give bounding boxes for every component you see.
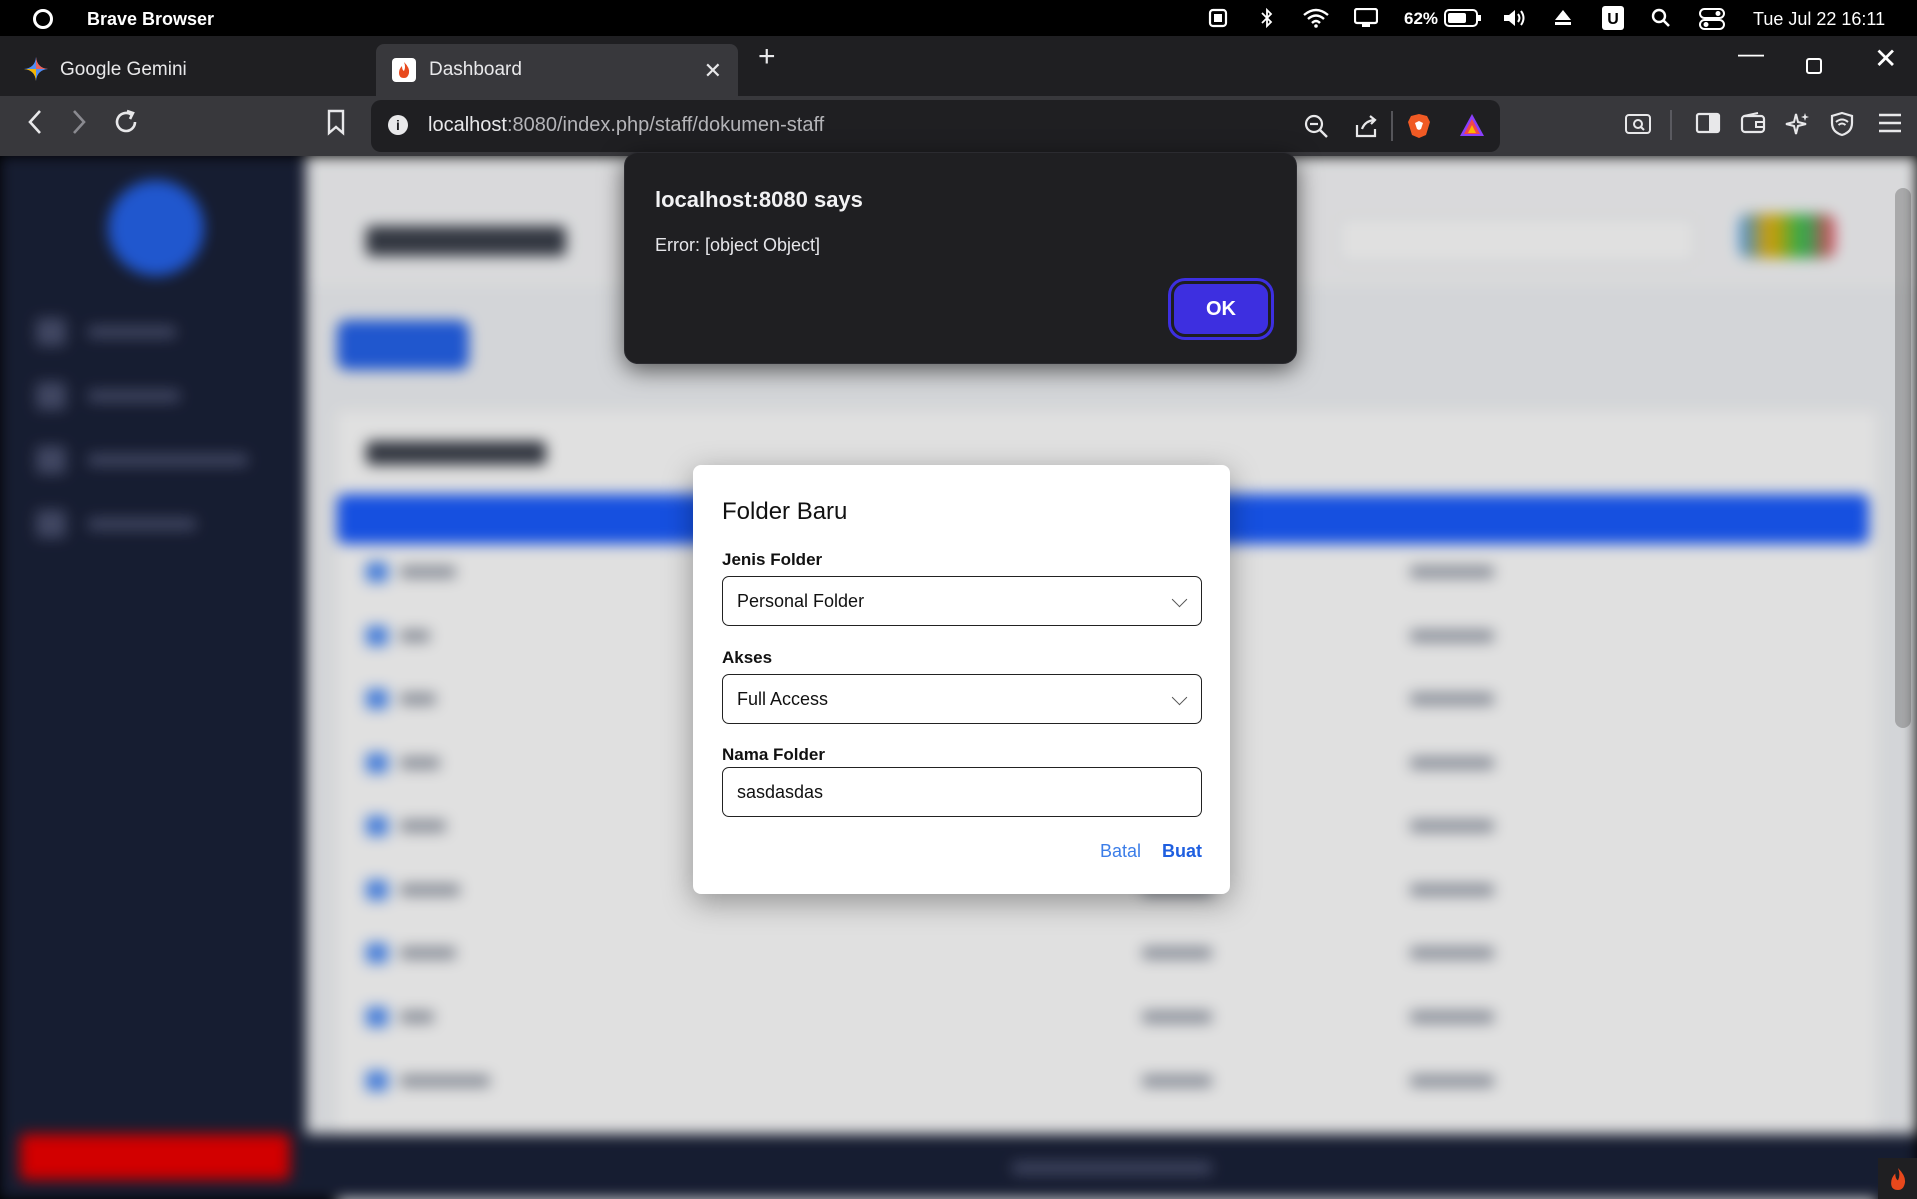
search-icon[interactable] xyxy=(1651,8,1671,32)
os-top-bar: Brave Browser 62% U Tue Jul 22 16:11 xyxy=(0,0,1917,36)
vpn-shield-icon[interactable] xyxy=(1830,111,1854,143)
tab-title-gemini: Google Gemini xyxy=(60,59,187,80)
tab-strip: Google Gemini Dashboard ✕ + — ✕ xyxy=(0,36,1917,96)
wifi-icon[interactable] xyxy=(1303,8,1329,32)
flame-favicon-icon xyxy=(392,58,416,82)
jenis-folder-value: Personal Folder xyxy=(737,591,865,611)
tab-google-gemini[interactable]: Google Gemini xyxy=(10,44,370,96)
sidebar-toggle-icon[interactable] xyxy=(1695,111,1721,141)
url-path: :8080/index.php/staff/dokumen-staff xyxy=(506,114,825,136)
svg-text:U: U xyxy=(1607,11,1619,28)
ulauncher-icon[interactable]: U xyxy=(1602,6,1624,34)
alert-message: Error: [object Object] xyxy=(655,235,821,255)
akses-value: Full Access xyxy=(737,689,829,709)
menu-hamburger-icon[interactable] xyxy=(1877,111,1903,141)
corner-flame-icon xyxy=(1878,1158,1917,1199)
nama-folder-input[interactable] xyxy=(722,767,1202,817)
toolbar-divider xyxy=(1670,110,1672,140)
control-center-icon[interactable] xyxy=(1699,8,1725,34)
browser-toolbar: i localhost:8080/index.php/staff/dokumen… xyxy=(0,96,1917,156)
reload-icon[interactable] xyxy=(112,108,140,142)
screenshot-icon[interactable] xyxy=(1208,8,1228,32)
new-folder-dialog: Folder Baru Jenis Folder Personal Folder… xyxy=(693,465,1230,894)
tab-title-dashboard: Dashboard xyxy=(429,59,522,80)
dialog-title: Folder Baru xyxy=(722,498,848,525)
battery-icon[interactable] xyxy=(1444,8,1482,32)
alert-title: localhost:8080 says xyxy=(655,187,863,212)
create-button[interactable]: Buat xyxy=(1162,841,1202,862)
jenis-folder-select[interactable]: Personal Folder xyxy=(722,576,1202,626)
chevron-down-icon xyxy=(1171,591,1188,608)
window-minimize-icon[interactable]: — xyxy=(1738,38,1764,69)
bookmark-icon[interactable] xyxy=(325,108,347,142)
os-clock: Tue Jul 22 16:11 xyxy=(1753,9,1886,29)
new-tab-plus-icon[interactable]: + xyxy=(758,40,776,74)
zoom-out-icon[interactable] xyxy=(1303,113,1329,145)
url-divider xyxy=(1391,111,1393,141)
chevron-down-icon xyxy=(1171,689,1188,706)
battery-percent: 62% xyxy=(1404,9,1439,28)
window-close-icon[interactable]: ✕ xyxy=(1874,42,1897,75)
akses-label: Akses xyxy=(722,648,773,667)
nama-folder-label: Nama Folder xyxy=(722,745,825,764)
share-icon[interactable] xyxy=(1353,113,1379,145)
akses-select[interactable]: Full Access xyxy=(722,674,1202,724)
bluetooth-icon[interactable] xyxy=(1260,7,1274,32)
address-bar[interactable]: i localhost:8080/index.php/staff/dokumen… xyxy=(371,100,1500,152)
tab-dashboard[interactable]: Dashboard ✕ xyxy=(376,44,738,96)
volume-icon[interactable] xyxy=(1502,8,1528,32)
cancel-button[interactable]: Batal xyxy=(1100,841,1141,862)
gemini-icon xyxy=(24,57,48,81)
wallet-icon[interactable] xyxy=(1740,111,1766,141)
browser-alert-dialog: localhost:8080 says Error: [object Objec… xyxy=(624,152,1297,364)
tab-close-icon[interactable]: ✕ xyxy=(704,58,722,84)
page-scrollbar[interactable] xyxy=(1895,188,1911,728)
brave-rewards-icon[interactable] xyxy=(1459,113,1485,143)
os-menu-icon[interactable] xyxy=(33,9,53,29)
os-app-name: Brave Browser xyxy=(87,9,215,29)
display-icon[interactable] xyxy=(1353,7,1379,32)
url-host: localhost xyxy=(428,114,507,136)
leo-ai-icon[interactable] xyxy=(1785,111,1811,143)
brave-shields-icon[interactable] xyxy=(1407,113,1431,145)
url-text[interactable]: localhost:8080/index.php/staff/dokumen-s… xyxy=(428,114,824,137)
forward-icon[interactable] xyxy=(70,108,88,142)
site-info-icon[interactable]: i xyxy=(388,115,408,135)
reader-mode-icon[interactable] xyxy=(1624,111,1652,143)
jenis-folder-label: Jenis Folder xyxy=(722,550,823,569)
eject-icon[interactable] xyxy=(1553,8,1573,32)
window-restore-icon[interactable] xyxy=(1806,58,1822,74)
alert-ok-button[interactable]: OK xyxy=(1171,281,1271,337)
back-icon[interactable] xyxy=(26,108,44,142)
